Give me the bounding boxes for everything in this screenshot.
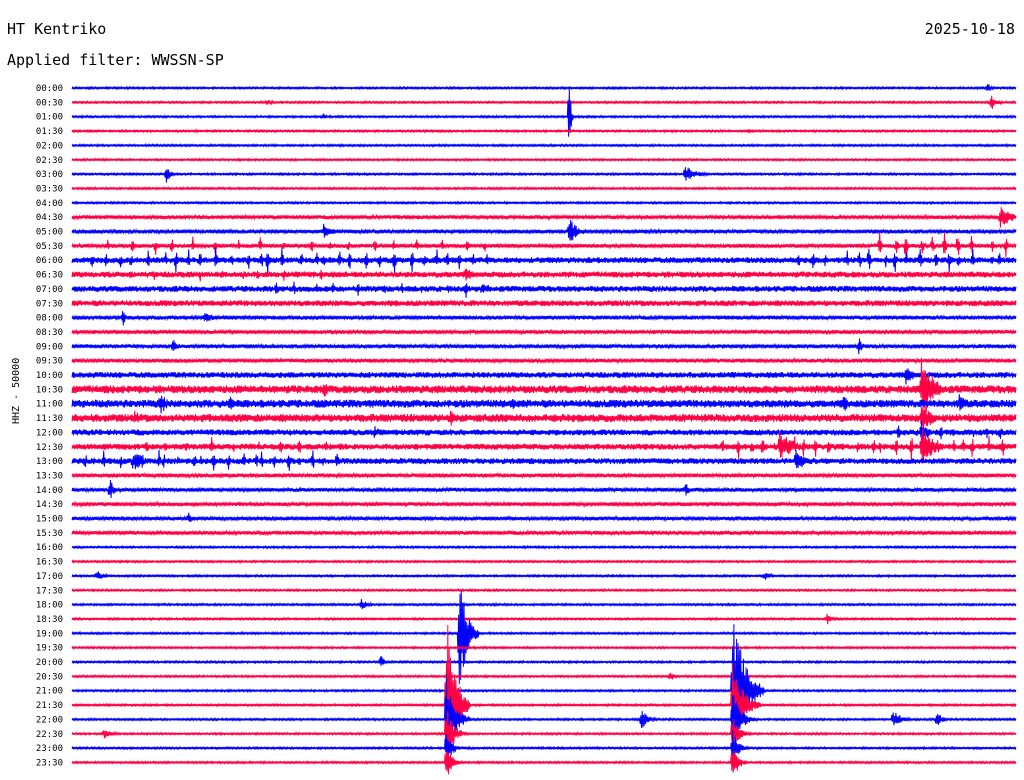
trace-row [71, 247, 1017, 276]
trace-row [71, 674, 1017, 749]
row-time-label: 00:30 [36, 98, 63, 108]
row-time-label: 10:00 [36, 371, 63, 381]
row-time-label: 05:00 [36, 228, 63, 238]
row-time-label: 10:30 [36, 385, 63, 395]
row-time-label: 19:00 [36, 629, 63, 639]
row-time-label: 03:30 [36, 184, 63, 194]
row-time-label: 18:30 [36, 615, 63, 625]
helicorder-plot: 00:00 00:30 01:00 01:30 02:00 02:30 03:00 03:30… [36, 84, 1017, 775]
row-time-label: 06:00 [36, 256, 63, 266]
row-time-label: 08:30 [36, 328, 63, 338]
row-time-label: 04:30 [36, 213, 63, 223]
trace-row [71, 420, 1017, 441]
row-time-label: 18:00 [36, 601, 63, 611]
row-time-label: 09:00 [36, 342, 63, 352]
row-time-label: 21:30 [36, 701, 63, 711]
row-time-label: 00:00 [36, 84, 63, 94]
row-time-label: 15:00 [36, 515, 63, 525]
row-time-label: 16:00 [36, 543, 63, 553]
row-time-label: 11:30 [36, 414, 63, 424]
trace-row [71, 219, 1017, 241]
row-time-label: 08:00 [36, 314, 63, 324]
seismic-traces [71, 84, 1017, 775]
row-time-label: 19:30 [36, 644, 63, 654]
row-time-label: 20:00 [36, 658, 63, 668]
row-time-label: 01:00 [36, 113, 63, 123]
row-time-label: 22:30 [36, 730, 63, 740]
row-time-label: 14:30 [36, 500, 63, 510]
row-time-label: 01:30 [36, 127, 63, 137]
row-time-label: 12:00 [36, 428, 63, 438]
row-time-label: 17:30 [36, 586, 63, 596]
row-time-labels: 00:00 00:30 01:00 01:30 02:00 02:30 03:00 03:30… [36, 84, 63, 768]
row-time-label: 06:30 [36, 271, 63, 281]
trace-row [71, 368, 1017, 385]
row-time-label: 05:30 [36, 242, 63, 252]
row-time-label: 22:00 [36, 715, 63, 725]
row-time-label: 03:00 [36, 170, 63, 180]
row-time-label: 23:30 [36, 758, 63, 768]
row-time-label: 16:30 [36, 558, 63, 568]
row-time-label: 02:00 [36, 141, 63, 151]
trace-row [71, 512, 1017, 523]
row-time-label: 13:30 [36, 471, 63, 481]
row-time-label: 23:00 [36, 744, 63, 754]
row-time-label: 15:30 [36, 529, 63, 539]
row-time-label: 14:00 [36, 486, 63, 496]
row-time-label: 13:00 [36, 457, 63, 467]
row-time-label: 04:00 [36, 199, 63, 209]
trace-row [71, 656, 1017, 666]
trace-row [71, 281, 1017, 298]
trace-row [71, 624, 1017, 748]
row-time-label: 02:30 [36, 156, 63, 166]
row-time-label: 11:00 [36, 400, 63, 410]
row-time-label: 12:30 [36, 443, 63, 453]
row-time-label: 17:00 [36, 572, 63, 582]
row-time-label: 09:30 [36, 357, 63, 367]
row-time-label: 07:30 [36, 299, 63, 309]
row-time-label: 21:00 [36, 687, 63, 697]
row-time-label: 20:30 [36, 672, 63, 682]
row-time-label: 07:00 [36, 285, 63, 295]
